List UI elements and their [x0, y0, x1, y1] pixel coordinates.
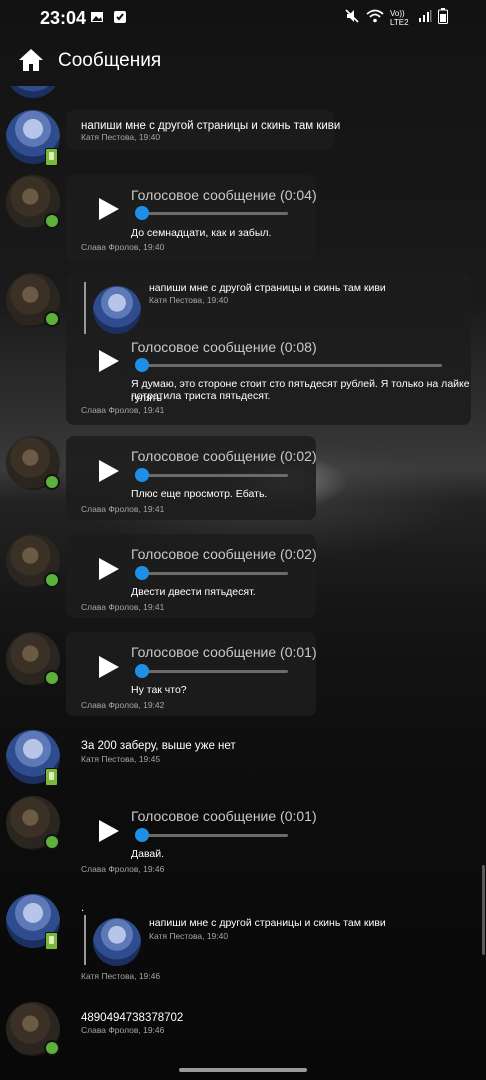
- quote-text: напиши мне с другой страницы и скинь там…: [149, 917, 386, 929]
- message-meta: Слава Фролов, 19:46: [81, 864, 165, 874]
- online-status-dot: [44, 1040, 60, 1056]
- online-status-dot: [44, 213, 60, 229]
- voice-title: Голосовое сообщение (0:04): [131, 187, 317, 203]
- quote-bar: [84, 915, 86, 965]
- quote-text: напиши мне с другой страницы и скинь там…: [149, 282, 386, 294]
- message-meta: Слава Фролов, 19:41: [81, 504, 165, 514]
- voice-title: Голосовое сообщение (0:02): [131, 448, 317, 464]
- voice-title: Голосовое сообщение (0:08): [131, 339, 317, 355]
- voice-progress-track[interactable]: [136, 670, 288, 673]
- voice-progress-knob[interactable]: [135, 358, 149, 372]
- message-text: напиши мне с другой страницы и скинь там…: [81, 120, 341, 132]
- message-meta: Слава Фролов, 19:41: [81, 405, 165, 415]
- voice-progress-track[interactable]: [136, 212, 288, 215]
- voice-progress-track[interactable]: [136, 572, 288, 575]
- play-icon[interactable]: [98, 819, 120, 843]
- app-bar: Сообщения: [0, 36, 486, 86]
- online-status-dot: [44, 311, 60, 327]
- status-time: 23:04: [40, 8, 87, 28]
- message-meta: Катя Пестова, 19:46: [81, 971, 161, 981]
- voice-transcript: Давай.: [131, 848, 165, 860]
- play-icon[interactable]: [98, 557, 120, 581]
- message-text: 4890494738378702: [81, 1012, 184, 1024]
- voice-title: Голосовое сообщение (0:01): [131, 644, 317, 660]
- voice-transcript: До семнадцати, как и забыл.: [131, 227, 272, 239]
- mute-icon: [344, 8, 360, 29]
- play-icon[interactable]: [98, 197, 120, 221]
- scrollbar[interactable]: [482, 865, 485, 955]
- message-meta: Катя Пестова, 19:40: [81, 132, 161, 142]
- online-status-dot: [44, 474, 60, 490]
- voice-progress-knob[interactable]: [135, 468, 149, 482]
- voice-transcript: Плюс еще просмотр. Ебать.: [131, 488, 268, 500]
- quote-avatar: [93, 286, 141, 334]
- battery-icon: [438, 7, 448, 29]
- online-status-dot: [44, 834, 60, 850]
- message-meta: Слава Фролов, 19:40: [81, 242, 165, 252]
- voice-progress-track[interactable]: [136, 474, 288, 477]
- voice-progress-track[interactable]: [136, 834, 288, 837]
- message-meta: Слава Фролов, 19:41: [81, 602, 165, 612]
- play-icon[interactable]: [98, 655, 120, 679]
- message-text: За 200 заберу, выше уже нет: [81, 740, 236, 752]
- message-meta: Слава Фролов, 19:46: [81, 1025, 165, 1035]
- voice-transcript: потратила триста пятьдесят.: [131, 390, 271, 402]
- wifi-icon: [366, 8, 384, 29]
- status-bar: 23:04 Vo)) LTE2: [0, 0, 486, 36]
- voice-progress-knob[interactable]: [135, 664, 149, 678]
- quote-avatar: [93, 918, 141, 966]
- network-label: Vo)) LTE2: [390, 9, 409, 27]
- navigation-handle[interactable]: [179, 1068, 307, 1072]
- message-text: .: [81, 902, 85, 914]
- online-status-dot: [44, 572, 60, 588]
- mobile-status-icon: [45, 932, 58, 950]
- message-meta: Слава Фролов, 19:42: [81, 700, 165, 710]
- voice-progress-knob[interactable]: [135, 566, 149, 580]
- mobile-status-icon: [45, 768, 58, 786]
- voice-transcript: Ну так что?: [131, 684, 187, 696]
- check-box-icon: [113, 10, 127, 24]
- voice-progress-knob[interactable]: [135, 828, 149, 842]
- quote-meta: Катя Пестова, 19:40: [149, 931, 229, 941]
- message-meta: Катя Пестова, 19:45: [81, 754, 161, 764]
- quote-bar: [84, 282, 86, 334]
- voice-transcript: Двести двести пятьдесят.: [131, 586, 256, 598]
- image-icon: [90, 10, 104, 24]
- mobile-status-icon: [45, 148, 58, 166]
- play-icon[interactable]: [98, 459, 120, 483]
- signal-icon: [418, 9, 432, 28]
- voice-title: Голосовое сообщение (0:01): [131, 808, 317, 824]
- voice-progress-track[interactable]: [136, 364, 442, 367]
- voice-progress-knob[interactable]: [135, 206, 149, 220]
- online-status-dot: [44, 670, 60, 686]
- home-icon[interactable]: [18, 48, 44, 72]
- quote-meta: Катя Пестова, 19:40: [149, 295, 229, 305]
- page-title: Сообщения: [58, 50, 162, 71]
- voice-title: Голосовое сообщение (0:02): [131, 546, 317, 562]
- play-icon[interactable]: [98, 349, 120, 373]
